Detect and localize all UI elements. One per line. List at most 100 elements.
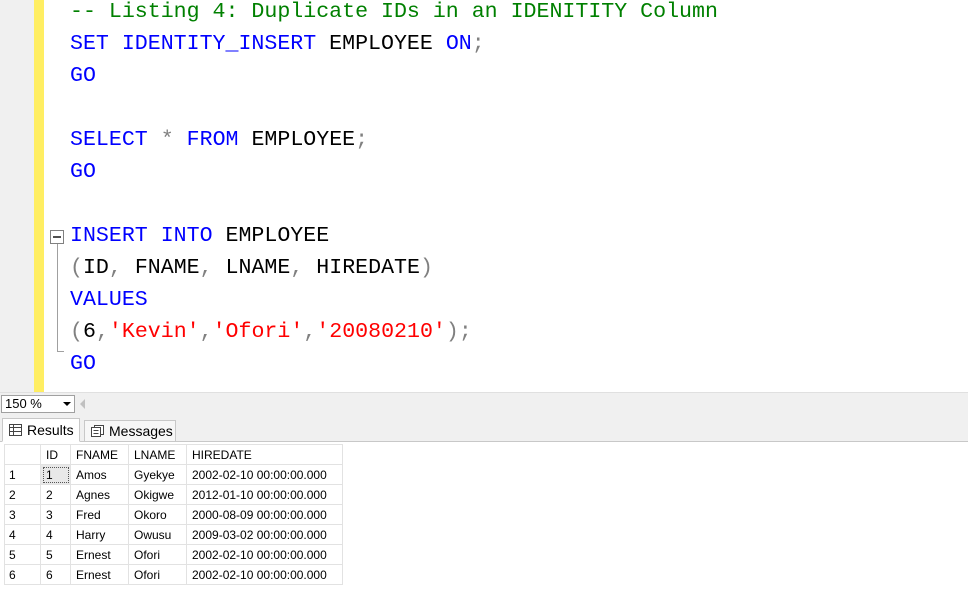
code-line[interactable]: (6,'Kevin','Ofori','20080210'); <box>70 316 718 348</box>
column-header-id[interactable]: ID <box>40 444 71 465</box>
code-token: , <box>303 320 317 344</box>
chevron-down-icon[interactable] <box>63 402 71 406</box>
code-token: ; <box>471 32 485 56</box>
code-token: ) <box>419 256 433 280</box>
grid-cell[interactable]: Amos <box>70 464 129 485</box>
code-token: , <box>108 256 122 280</box>
code-token: VALUES <box>70 288 148 312</box>
table-row[interactable]: 1 1 Amos Gyekye 2002-02-10 00:00:00.000 <box>4 464 343 485</box>
grid-cell[interactable]: Gyekye <box>128 464 187 485</box>
row-number[interactable]: 4 <box>4 524 41 545</box>
fold-guide-end <box>57 351 64 352</box>
row-number[interactable]: 5 <box>4 544 41 565</box>
code-token: ; <box>355 128 369 152</box>
grid-cell[interactable]: Ofori <box>128 564 187 585</box>
grid-cell[interactable]: 2012-01-10 00:00:00.000 <box>186 484 343 505</box>
code-line[interactable]: SET IDENTITY_INSERT EMPLOYEE ON; <box>70 28 718 60</box>
grid-cell[interactable]: Okoro <box>128 504 187 525</box>
change-tracking-margin <box>34 0 44 392</box>
grid-cell[interactable]: 2 <box>40 484 71 505</box>
grid-cell[interactable]: Agnes <box>70 484 129 505</box>
grid-cell[interactable]: Owusu <box>128 524 187 545</box>
table-row[interactable]: 5 5 Ernest Ofori 2002-02-10 00:00:00.000 <box>4 544 343 565</box>
grid-cell[interactable]: 5 <box>40 544 71 565</box>
code-line[interactable]: GO <box>70 348 718 380</box>
grid-cell[interactable]: Ernest <box>70 544 129 565</box>
code-line[interactable]: GO <box>70 60 718 92</box>
code-line[interactable]: SELECT * FROM EMPLOYEE; <box>70 124 718 156</box>
messages-icon <box>91 425 104 437</box>
column-header-fname[interactable]: FNAME <box>70 444 129 465</box>
editor-status-strip: 150 % <box>0 392 968 414</box>
code-token: , <box>199 320 213 344</box>
results-grid-pane[interactable]: ID FNAME LNAME HIREDATE 1 1 Amos Gyekye 2002… <box>0 442 968 596</box>
tab-results[interactable]: Results <box>2 418 80 442</box>
grid-icon <box>9 424 22 436</box>
grid-cell[interactable]: Fred <box>70 504 129 525</box>
zoom-dropdown[interactable]: 150 % <box>1 395 75 413</box>
row-number[interactable]: 2 <box>4 484 41 505</box>
tab-messages[interactable]: Messages <box>84 420 176 442</box>
code-token: ( <box>70 256 83 280</box>
code-token: GO <box>70 160 96 184</box>
table-row[interactable]: 2 2 Agnes Okigwe 2012-01-10 00:00:00.000 <box>4 484 343 505</box>
grid-cell[interactable]: 6 <box>40 564 71 585</box>
grid-corner[interactable] <box>4 444 41 465</box>
grid-cell[interactable]: 4 <box>40 524 71 545</box>
grid-cell[interactable]: 2009-03-02 00:00:00.000 <box>186 524 343 545</box>
code-line[interactable] <box>70 188 718 220</box>
grid-cell[interactable]: Ofori <box>128 544 187 565</box>
tab-results-label: Results <box>27 422 74 438</box>
code-token: , <box>290 256 304 280</box>
results-grid[interactable]: ID FNAME LNAME HIREDATE 1 1 Amos Gyekye 2002… <box>4 444 343 585</box>
table-row[interactable]: 3 3 Fred Okoro 2000-08-09 00:00:00.000 <box>4 504 343 525</box>
code-token: SELECT <box>70 128 148 152</box>
grid-cell[interactable]: Okigwe <box>128 484 187 505</box>
code-line[interactable] <box>70 92 718 124</box>
column-header-lname[interactable]: LNAME <box>128 444 187 465</box>
code-token: ID <box>82 256 109 280</box>
zoom-value: 150 % <box>5 396 42 411</box>
table-row[interactable]: 6 6 Ernest Ofori 2002-02-10 00:00:00.000 <box>4 564 343 585</box>
grid-header-row: ID FNAME LNAME HIREDATE <box>4 444 343 465</box>
code-line[interactable]: INSERT INTO EMPLOYEE <box>70 220 718 252</box>
code-line[interactable]: -- Listing 4: Duplicate IDs in an IDENIT… <box>70 0 718 28</box>
editor-gutter <box>0 0 34 392</box>
code-token: EMPLOYEE <box>212 224 330 248</box>
scroll-left-icon[interactable] <box>80 399 85 409</box>
grid-cell[interactable]: Harry <box>70 524 129 545</box>
row-number[interactable]: 1 <box>4 464 41 485</box>
grid-cell[interactable]: 2000-08-09 00:00:00.000 <box>186 504 343 525</box>
collapse-toggle-icon[interactable] <box>50 230 64 244</box>
results-tab-strip: Results Messages <box>0 414 968 442</box>
code-token: EMPLOYEE <box>238 128 356 152</box>
code-line[interactable]: VALUES <box>70 284 718 316</box>
code-token: * <box>160 128 174 152</box>
code-token: FNAME <box>121 256 200 280</box>
column-header-hiredate[interactable]: HIREDATE <box>186 444 343 465</box>
code-token: -- Listing 4: Duplicate IDs in an IDENIT… <box>70 0 718 24</box>
code-line[interactable]: (ID, FNAME, LNAME, HIREDATE) <box>70 252 718 284</box>
code-token: ( <box>70 320 83 344</box>
code-token: GO <box>70 352 96 376</box>
code-line[interactable]: GO <box>70 156 718 188</box>
query-editor[interactable]: -- Listing 4: Duplicate IDs in an IDENIT… <box>0 0 968 392</box>
grid-cell[interactable]: 2002-02-10 00:00:00.000 <box>186 544 343 565</box>
code-token: HIREDATE <box>303 256 420 280</box>
row-number[interactable]: 6 <box>4 564 41 585</box>
row-number[interactable]: 3 <box>4 504 41 525</box>
code-token: , <box>95 320 109 344</box>
grid-cell[interactable]: 2002-02-10 00:00:00.000 <box>186 564 343 585</box>
grid-cell[interactable]: 3 <box>40 504 71 525</box>
code-token: FROM <box>186 128 239 152</box>
code-token: EMPLOYEE <box>316 32 446 56</box>
grid-cell[interactable]: 1 <box>40 464 71 485</box>
code-token: , <box>199 256 213 280</box>
grid-cell[interactable]: 2002-02-10 00:00:00.000 <box>186 464 343 485</box>
code-token: ); <box>445 320 472 344</box>
table-row[interactable]: 4 4 Harry Owusu 2009-03-02 00:00:00.000 <box>4 524 343 545</box>
sql-code[interactable]: -- Listing 4: Duplicate IDs in an IDENIT… <box>70 0 718 380</box>
code-token: 'Kevin' <box>108 320 200 344</box>
grid-cell[interactable]: Ernest <box>70 564 129 585</box>
